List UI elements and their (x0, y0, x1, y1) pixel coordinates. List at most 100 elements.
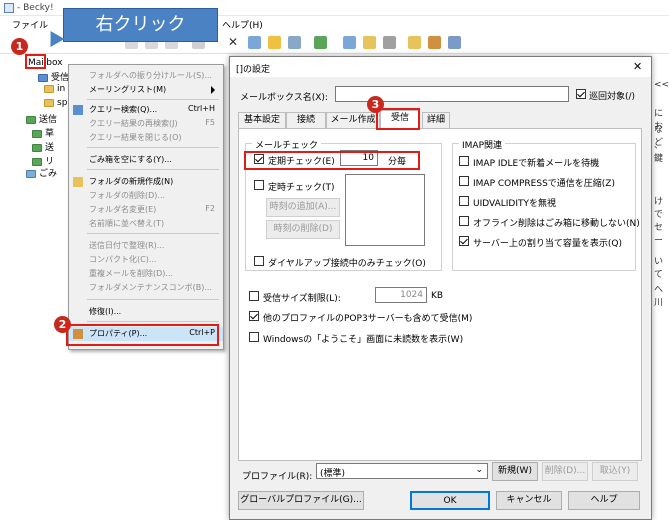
welcome-unread-checkbox[interactable] (249, 332, 259, 342)
timed-check-label: 定時チェック(T) (268, 183, 335, 193)
menu-item-compact[interactable]: コンパクト化(C)... (69, 253, 223, 267)
tree-item[interactable]: リ (32, 154, 54, 167)
toolbar-icon[interactable] (248, 36, 261, 49)
tree-label: 草 (45, 129, 55, 139)
tree-label: ごみ (39, 169, 58, 179)
imap-option-checkbox[interactable] (459, 216, 469, 226)
size-limit-input[interactable]: 1024 (375, 287, 427, 303)
toolbar-icon[interactable] (383, 36, 396, 49)
pop3-other-profiles-checkbox[interactable] (249, 311, 259, 321)
toolbar-icon[interactable] (343, 36, 356, 49)
menu-item-remove-duplicates[interactable]: 重複メールを削除(D)... (69, 267, 223, 281)
toolbar-icon[interactable] (314, 36, 327, 49)
menu-file[interactable]: ファイル (12, 18, 48, 31)
menu-item-mailing-list[interactable]: メーリングリスト(M) (69, 83, 223, 97)
menu-item-shortcut: F2 (205, 204, 215, 213)
imap-option-label: UIDVALIDITYを無視 (473, 199, 556, 209)
new-folder-icon (73, 177, 83, 187)
imap-option-label: IMAP IDLEで新着メールを待機 (473, 159, 600, 169)
tree-item[interactable]: 送 (32, 140, 55, 153)
highlight-mailbox (25, 54, 46, 69)
menu-help[interactable]: ヘルプ(H) (222, 18, 263, 31)
menu-item-label: メーリングリスト(M) (89, 85, 167, 94)
menu-item-label: 重複メールを削除(D)... (89, 269, 174, 278)
menu-item-new-folder[interactable]: フォルダの新規作成(N) (69, 175, 223, 189)
tab-compose[interactable]: メール作成 (326, 112, 380, 128)
add-time-button[interactable]: 時刻の追加(A)... (266, 198, 340, 217)
toolbar-icon[interactable] (428, 36, 441, 49)
strip-text: けで (654, 197, 664, 220)
menu-item-filter-rules[interactable]: フォルダへの振り分けルール(S)... (69, 69, 223, 83)
dialup-only-label: ダイヤルアップ接続中のみチェック(O) (268, 259, 426, 269)
menu-item-label: クエリー検索(Q)... (89, 105, 158, 114)
patrol-checkbox[interactable] (576, 89, 586, 99)
profile-select-value: (標準) (320, 469, 346, 479)
dialup-only-checkbox[interactable] (254, 256, 264, 266)
app-icon (4, 3, 14, 13)
delete-time-button[interactable]: 時刻の削除(D) (266, 220, 340, 239)
imap-group: IMAP関連 IMAP IDLEで新着メールを待機 IMAP COMPRESSで… (452, 138, 640, 271)
menu-item-query-search[interactable]: クエリー検索(Q)... Ctrl+H (69, 103, 223, 117)
toolbar-icon[interactable] (363, 36, 376, 49)
tree-label: 送 (45, 143, 55, 153)
toolbar-icon[interactable] (288, 36, 301, 49)
imap-option-checkbox[interactable] (459, 236, 469, 246)
group-title: メールチェック (252, 138, 322, 151)
app-window: - Becky! ファイル ヘルプ(H) ✕ << にお など 、鍵 けで セー… (0, 0, 669, 520)
delete-profile-button[interactable]: 削除(D)... (542, 462, 588, 481)
imap-option-label: オフライン削除はごみ箱に移動しない(N) (473, 219, 640, 229)
mailbox-name-label: メールボックス名(X): (240, 93, 328, 103)
tab-details[interactable]: 詳細 (422, 112, 450, 128)
strip-text: セー (654, 223, 664, 246)
menu-item-repair[interactable]: 修復(I)... (69, 305, 223, 319)
tree-item[interactable]: in (44, 84, 65, 96)
folder-icon[interactable] (408, 36, 421, 49)
time-list[interactable] (345, 174, 425, 246)
close-icon[interactable]: ✕ (633, 60, 642, 73)
profile-select[interactable]: (標準) ⌄ (316, 463, 488, 479)
imap-option-checkbox[interactable] (459, 176, 469, 186)
highlight-properties (66, 324, 219, 346)
imap-option-checkbox[interactable] (459, 156, 469, 166)
tab-connection[interactable]: 接続 (286, 112, 326, 128)
timed-check-checkbox[interactable] (254, 180, 264, 190)
menu-item-rename-folder[interactable]: フォルダ名変更(E) F2 (69, 203, 223, 217)
new-profile-button[interactable]: 新規(W) (492, 462, 538, 481)
tree-item[interactable]: 受信 (38, 70, 69, 83)
menu-item-query-research[interactable]: クエリー結果の再検索(J) F5 (69, 117, 223, 131)
import-profile-button[interactable]: 取込(Y) (592, 462, 638, 481)
search-icon (73, 105, 83, 115)
tree-label: in (57, 84, 66, 94)
imap-option-checkbox[interactable] (459, 196, 469, 206)
tree-item[interactable]: ごみ (26, 166, 58, 179)
submenu-arrow-icon (211, 86, 215, 94)
menu-item-maintenance-combo[interactable]: フォルダメンテナンスコンボ(B)... (69, 281, 223, 295)
ok-button[interactable]: OK (410, 491, 490, 510)
tree-item[interactable]: 送信 (26, 112, 58, 125)
tree-item[interactable]: sp (44, 98, 67, 110)
close-icon[interactable]: ✕ (228, 36, 241, 49)
help-button[interactable]: ヘルプ (568, 491, 640, 510)
menu-item-organize-by-date[interactable]: 送信日付で整理(R)... (69, 239, 223, 253)
step-number: 1 (11, 38, 28, 55)
menu-item-empty-trash[interactable]: ごみ箱を空にする(Y)... (69, 153, 223, 167)
menu-item-label: 名前順に並べ替え(T) (89, 219, 165, 228)
pop3-other-profiles-label: 他のプロファイルのPOP3サーバーも含めて受信(M) (263, 314, 473, 324)
menu-item-sort-by-name[interactable]: 名前順に並べ替え(T) (69, 217, 223, 231)
cancel-button[interactable]: キャンセル (496, 491, 562, 510)
size-limit-unit: KB (431, 291, 444, 301)
tree-label: 送信 (39, 115, 58, 125)
menu-item-label: フォルダメンテナンスコンボ(B)... (89, 283, 212, 292)
menu-item-delete-folder[interactable]: フォルダの削除(D)... (69, 189, 223, 203)
tree-item[interactable]: 草 (32, 126, 55, 139)
patrol-label: 巡回対象(/) (589, 92, 636, 102)
tab-basic[interactable]: 基本設定 (238, 112, 286, 128)
pencil-icon[interactable] (268, 36, 281, 49)
drafts-icon (32, 129, 42, 138)
menu-item-query-close[interactable]: クエリー結果を閉じる(O) (69, 131, 223, 145)
menu-item-shortcut: F5 (205, 118, 215, 127)
global-profile-button[interactable]: グローバルプロファイル(G)... (238, 491, 364, 510)
toolbar-icon[interactable] (448, 36, 461, 49)
chevron-down-icon: ⌄ (475, 465, 483, 475)
size-limit-checkbox[interactable] (249, 291, 259, 301)
